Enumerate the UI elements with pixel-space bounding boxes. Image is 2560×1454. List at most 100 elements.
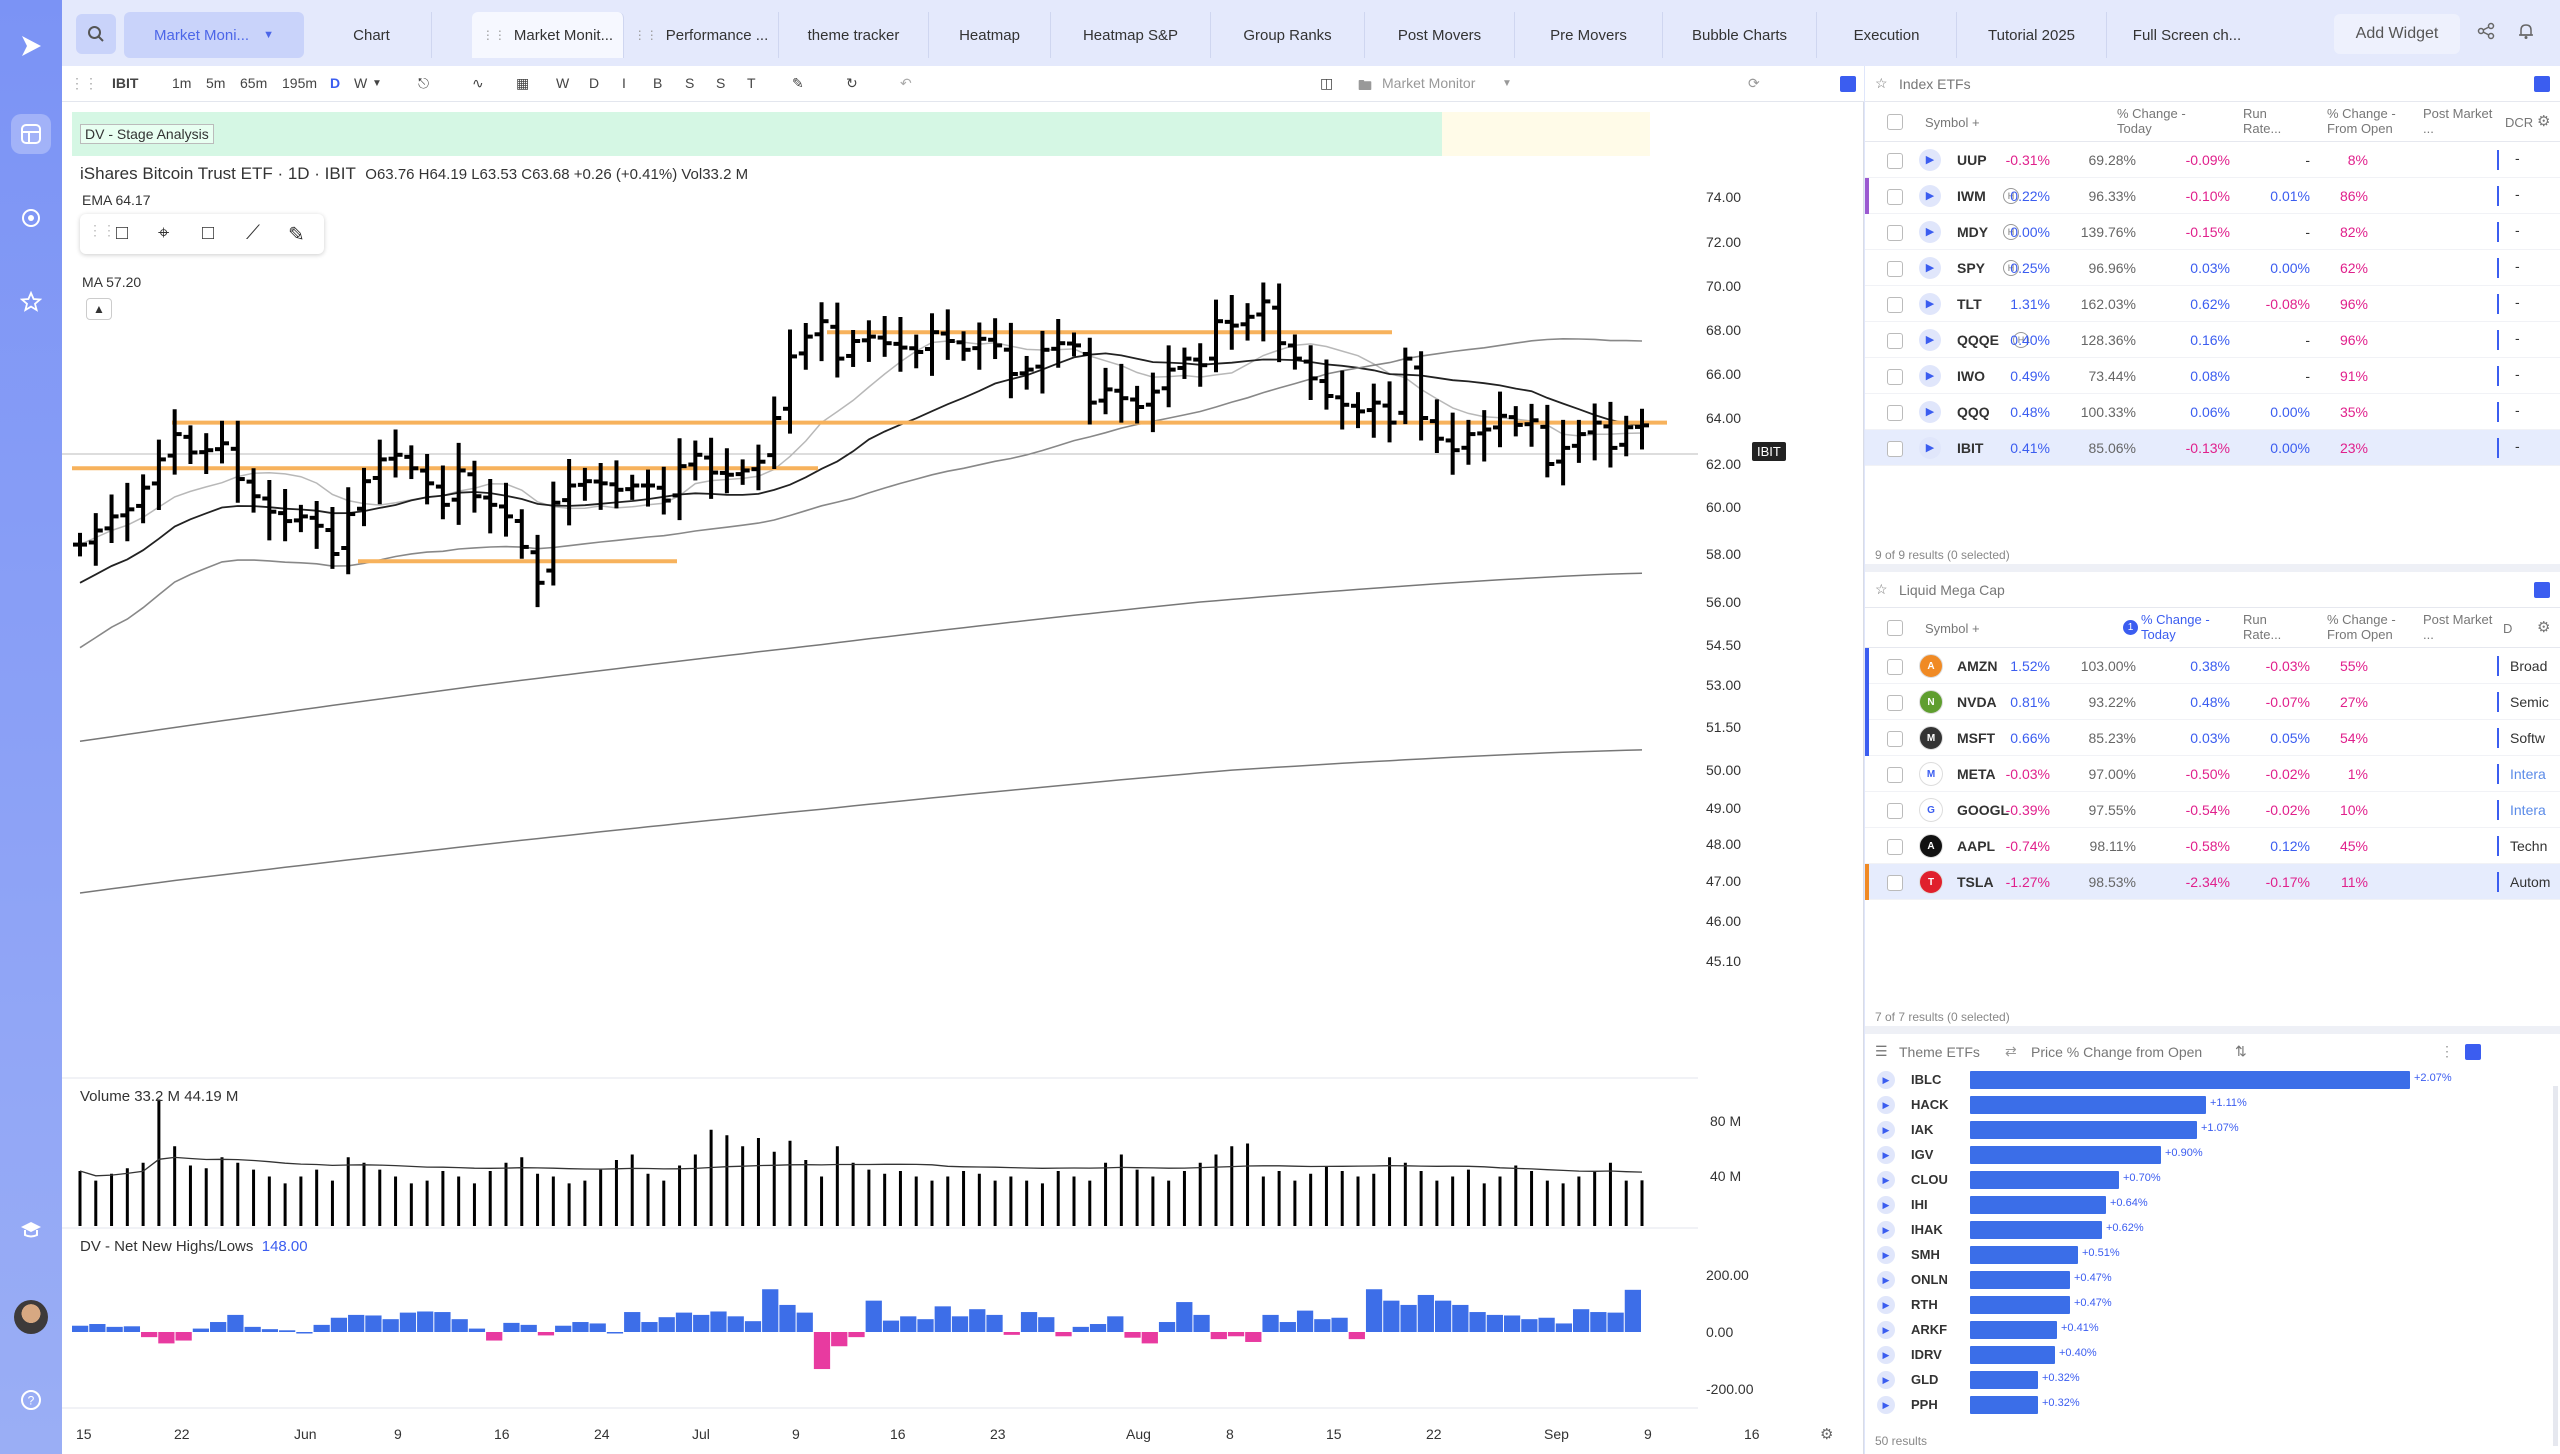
play-icon[interactable]: ▶ (1919, 365, 1941, 387)
row-checkbox[interactable] (1887, 803, 1903, 819)
price-chart[interactable] (62, 66, 1864, 1454)
col-post-market[interactable]: Post Market ... (2423, 612, 2503, 642)
play-icon[interactable]: ▶ (1877, 1146, 1895, 1164)
row-checkbox[interactable] (1887, 261, 1903, 277)
more-icon[interactable]: ⋮ (2440, 1043, 2454, 1060)
tab-group-ranks[interactable]: Group Ranks (1211, 12, 1365, 58)
row-checkbox[interactable] (1887, 333, 1903, 349)
col-dcr[interactable]: D (2503, 621, 2512, 636)
play-icon[interactable]: ▶ (1919, 185, 1941, 207)
table-row[interactable]: M META -0.03% 97.00% -0.50% -0.02% 1% Intera (1865, 756, 2560, 792)
star-icon[interactable]: ☆ (1875, 75, 1888, 92)
col-run-rate[interactable]: Run Rate... (2243, 612, 2303, 642)
tab-heatmap-sp[interactable]: Heatmap S&P (1051, 12, 1211, 58)
interval-195m[interactable]: 195m (282, 75, 317, 91)
theme-row[interactable]: ▶ SMH +0.51% (1865, 1243, 2560, 1268)
theme-row[interactable]: ▶ IGV +0.90% (1865, 1143, 2560, 1168)
row-checkbox[interactable] (1887, 695, 1903, 711)
layout-name[interactable]: Market Monitor (1382, 75, 1475, 91)
table-row[interactable]: ▶ QQQ 0.48% 100.33% 0.06% 0.00% 35% - (1865, 394, 2560, 430)
comment-tool-icon[interactable]: □ (202, 222, 214, 245)
period-b[interactable]: B (653, 75, 662, 91)
rectangle-tool-icon[interactable]: □ (116, 222, 128, 245)
scrollbar[interactable] (2553, 1086, 2558, 1446)
theme-row[interactable]: ▶ ONLN +0.47% (1865, 1268, 2560, 1293)
col-dcr[interactable]: DCR (2505, 115, 2533, 130)
play-icon[interactable]: ▶ (1919, 329, 1941, 351)
dashboard-icon[interactable] (11, 114, 51, 154)
chevron-down-icon[interactable]: ▼ (372, 78, 382, 89)
chevron-down-icon[interactable]: ▼ (1502, 78, 1512, 89)
row-checkbox[interactable] (1887, 659, 1903, 675)
row-checkbox[interactable] (1887, 405, 1903, 421)
tab-execution[interactable]: Execution (1817, 12, 1957, 58)
select-all-checkbox[interactable] (1887, 114, 1903, 130)
brush-tool-icon[interactable]: ✎ (288, 222, 305, 247)
table-row[interactable]: ▶ QQQE H 0.40% 128.36% 0.16% -96% - (1865, 322, 2560, 358)
share-icon[interactable] (2477, 22, 2495, 45)
play-icon[interactable]: ▶ (1919, 221, 1941, 243)
table-row[interactable]: ▶ SPY H 0.25% 96.96% 0.03% 0.00% 62% - (1865, 250, 2560, 286)
col-change-today[interactable]: % Change - Today (2117, 106, 2205, 136)
layout-dropdown[interactable]: Market Moni... ▼ (124, 12, 304, 58)
tab-chart[interactable]: Chart (312, 12, 432, 58)
collapse-legend-button[interactable]: ▲ (86, 298, 112, 320)
play-icon[interactable]: ▶ (1877, 1346, 1895, 1364)
price-axis[interactable]: 74.00 72.00 70.00 68.00 66.00 64.00 62.00 60.00… (1698, 66, 1864, 1454)
period-i[interactable]: I (622, 75, 626, 91)
theme-row[interactable]: ▶ IAK +1.07% (1865, 1118, 2560, 1143)
theme-row[interactable]: ▶ IHI +0.64% (1865, 1193, 2560, 1218)
play-icon[interactable]: ▶ (1877, 1196, 1895, 1214)
tab-pre-movers[interactable]: Pre Movers (1515, 12, 1663, 58)
theme-row[interactable]: ▶ GLD +0.32% (1865, 1368, 2560, 1393)
drag-handle-icon[interactable]: ⋮⋮ (634, 28, 658, 42)
table-row[interactable]: G GOOGL -0.39% 97.55% -0.54% -0.02% 10% Intera (1865, 792, 2560, 828)
drag-handle-icon[interactable]: ⋮⋮ (482, 28, 506, 42)
settings-icon[interactable]: ⚙ (2537, 618, 2550, 636)
table-row[interactable]: N NVDA 0.81% 93.22% 0.48% -0.07% 27% Semic (1865, 684, 2560, 720)
col-change-open[interactable]: % Change - From Open (2327, 106, 2413, 136)
undo-icon[interactable]: ↶ (900, 75, 912, 92)
row-checkbox[interactable] (1887, 767, 1903, 783)
line-tool-icon[interactable]: ⟋ (246, 222, 260, 245)
row-checkbox[interactable] (1887, 875, 1903, 891)
period-s2[interactable]: S (716, 75, 725, 91)
play-icon[interactable]: ▶ (1877, 1296, 1895, 1314)
theme-row[interactable]: ▶ IHAK +0.62% (1865, 1218, 2560, 1243)
col-change-today[interactable]: % Change - Today (2141, 612, 2229, 642)
tab-theme-tracker[interactable]: theme tracker (779, 12, 929, 58)
tab-tutorial-2025[interactable]: Tutorial 2025 (1957, 12, 2107, 58)
row-checkbox[interactable] (1887, 153, 1903, 169)
row-checkbox[interactable] (1887, 189, 1903, 205)
tab-market-monitor[interactable]: ⋮⋮ Market Monit... (472, 12, 624, 58)
list-icon[interactable]: ☰ (1875, 1043, 1888, 1060)
col-change-open[interactable]: % Change - From Open (2327, 612, 2413, 642)
bar-type-icon[interactable]: ⎋ (418, 75, 429, 92)
play-icon[interactable]: ▶ (1877, 1246, 1895, 1264)
table-row[interactable]: ▶ IWO 0.49% 73.44% 0.08% -91% - (1865, 358, 2560, 394)
row-checkbox[interactable] (1887, 839, 1903, 855)
tab-heatmap[interactable]: Heatmap (929, 12, 1051, 58)
period-t[interactable]: T (747, 75, 756, 91)
panel-icon[interactable]: ◫ (1320, 75, 1333, 92)
period-s1[interactable]: S (685, 75, 694, 91)
link-color-square[interactable] (2465, 1044, 2481, 1060)
tab-post-movers[interactable]: Post Movers (1365, 12, 1515, 58)
theme-row[interactable]: ▶ IBLC +2.07% (1865, 1068, 2560, 1093)
search-button[interactable] (76, 14, 116, 54)
play-icon[interactable]: ▶ (1919, 437, 1941, 459)
row-checkbox[interactable] (1887, 731, 1903, 747)
select-all-checkbox[interactable] (1887, 620, 1903, 636)
theme-row[interactable]: ▶ PPH +0.32% (1865, 1393, 2560, 1418)
play-icon[interactable]: ▶ (1877, 1271, 1895, 1289)
fib-tool-icon[interactable]: ⌖ (158, 222, 169, 245)
add-widget-button[interactable]: Add Widget (2334, 14, 2460, 54)
bell-icon[interactable] (2517, 22, 2535, 45)
sort-arrows-icon[interactable]: ⇅ (2235, 1043, 2247, 1060)
star-icon[interactable] (11, 282, 51, 322)
row-checkbox[interactable] (1887, 441, 1903, 457)
play-icon[interactable]: ▶ (1877, 1171, 1895, 1189)
col-symbol[interactable]: Symbol + (1925, 621, 1980, 636)
play-icon[interactable]: ▶ (1877, 1121, 1895, 1139)
period-d[interactable]: D (589, 75, 599, 91)
